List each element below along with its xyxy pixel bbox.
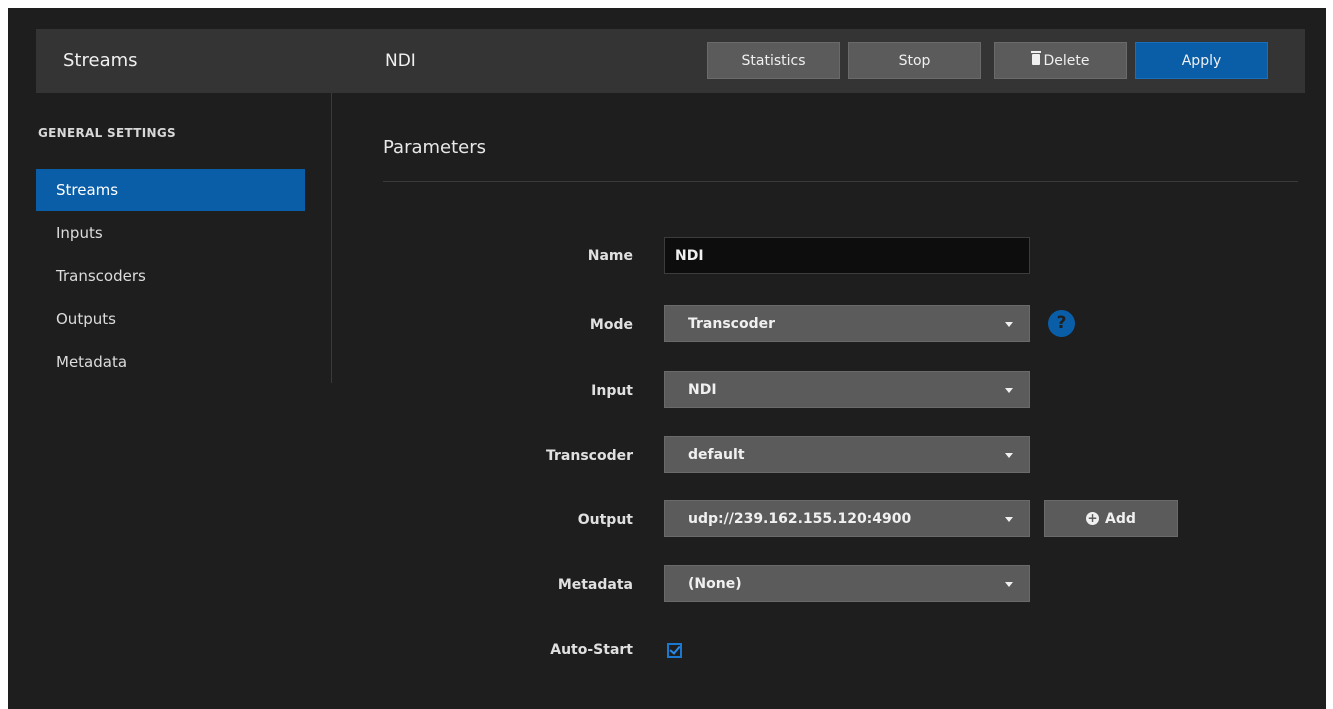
transcoder-select-value: default (688, 446, 745, 463)
add-output-button[interactable]: + Add (1044, 500, 1178, 537)
section-heading: Parameters (383, 137, 487, 158)
statistics-button-label: Statistics (741, 52, 806, 69)
apply-button[interactable]: Apply (1135, 42, 1268, 79)
stream-title: NDI (385, 51, 416, 71)
delete-button[interactable]: Delete (994, 42, 1127, 79)
parameters-panel: Parameters Name Mode Transcoder ? Input … (383, 93, 1298, 693)
help-icon[interactable]: ? (1048, 310, 1075, 337)
statistics-button[interactable]: Statistics (707, 42, 840, 79)
auto-start-label: Auto-Start (550, 642, 633, 658)
name-input[interactable] (664, 237, 1030, 274)
stop-button-label: Stop (898, 52, 931, 69)
input-label: Input (591, 383, 633, 399)
sidebar-item-label: Transcoders (56, 267, 146, 285)
sidebar-item-inputs[interactable]: Inputs (36, 212, 305, 254)
sidebar-item-label: Metadata (56, 353, 128, 371)
app-title: Streams (63, 50, 138, 71)
top-header-bar: Streams NDI Statistics Stop Delete Apply (36, 29, 1305, 93)
chevron-down-icon (1005, 453, 1013, 458)
checkmark-icon (669, 643, 681, 655)
transcoder-select[interactable]: default (664, 436, 1030, 473)
sidebar-item-label: Inputs (56, 224, 103, 242)
input-select[interactable]: NDI (664, 371, 1030, 408)
add-button-label: Add (1105, 510, 1136, 527)
sidebar-item-label: Streams (56, 181, 119, 199)
output-label: Output (577, 512, 633, 528)
app-window: Streams NDI Statistics Stop Delete Apply… (8, 8, 1326, 709)
mode-label: Mode (589, 317, 633, 333)
mode-select-value: Transcoder (688, 315, 776, 332)
sidebar-item-metadata[interactable]: Metadata (36, 341, 305, 383)
sidebar-item-label: Outputs (56, 310, 116, 328)
chevron-down-icon (1005, 322, 1013, 327)
plus-circle-icon: + (1086, 511, 1100, 525)
output-select[interactable]: udp://239.162.155.120:4900 (664, 500, 1030, 537)
chevron-down-icon (1005, 388, 1013, 393)
section-divider (383, 181, 1298, 182)
apply-button-label: Apply (1181, 52, 1222, 69)
sidebar-item-streams[interactable]: Streams (36, 169, 305, 211)
output-select-value: udp://239.162.155.120:4900 (688, 510, 912, 527)
sidebar: GENERAL SETTINGS Streams Inputs Transcod… (36, 93, 332, 383)
stop-button[interactable]: Stop (848, 42, 981, 79)
sidebar-section-title: GENERAL SETTINGS (38, 126, 176, 140)
auto-start-checkbox[interactable] (667, 643, 682, 658)
metadata-label: Metadata (557, 577, 633, 593)
trash-icon (1030, 51, 1041, 65)
name-label: Name (587, 248, 633, 264)
transcoder-label: Transcoder (545, 448, 633, 464)
input-select-value: NDI (688, 381, 717, 398)
metadata-select-value: (None) (688, 575, 742, 592)
sidebar-item-transcoders[interactable]: Transcoders (36, 255, 305, 297)
mode-select[interactable]: Transcoder (664, 305, 1030, 342)
chevron-down-icon (1005, 582, 1013, 587)
delete-button-label: Delete (1043, 52, 1090, 69)
metadata-select[interactable]: (None) (664, 565, 1030, 602)
sidebar-item-outputs[interactable]: Outputs (36, 298, 305, 340)
chevron-down-icon (1005, 517, 1013, 522)
